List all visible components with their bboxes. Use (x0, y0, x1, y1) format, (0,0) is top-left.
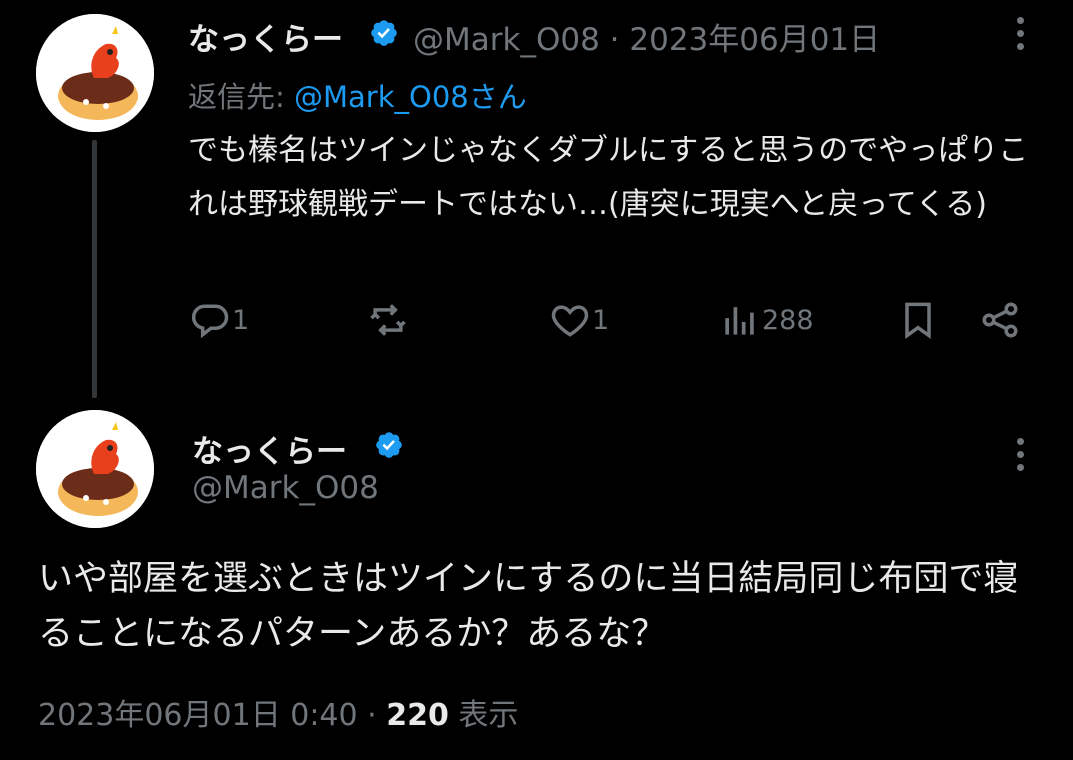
tweet-timestamp[interactable]: 2023年06月01日 0:40 (38, 698, 358, 733)
avatar[interactable] (36, 410, 154, 528)
verified-badge-icon (376, 432, 402, 458)
like-count: 1 (592, 304, 610, 336)
bookmark-icon (905, 302, 931, 339)
like-icon (551, 305, 589, 337)
display-name[interactable]: なっくらー (192, 426, 347, 471)
avatar-image (36, 410, 154, 528)
like-button[interactable]: 1 (548, 298, 609, 342)
more-icon[interactable] (1014, 438, 1026, 478)
separator-dot: · (609, 22, 620, 58)
tweet-meta: 2023年06月01日 0:40 · 220 表示 (38, 690, 518, 734)
display-name[interactable]: なっくらー (188, 14, 343, 59)
retweet-button[interactable] (366, 298, 410, 342)
reply-to-link[interactable]: @Mark_O08さん (294, 80, 527, 114)
reply-button[interactable]: 1 (188, 298, 249, 342)
reply-count: 1 (232, 304, 250, 336)
avatar[interactable] (36, 14, 154, 132)
thread-line (92, 140, 97, 398)
share-button[interactable] (978, 298, 1022, 342)
retweet-icon (370, 304, 406, 336)
views-label: 表示 (458, 698, 519, 733)
tweet-date[interactable]: 2023年06月01日 (629, 22, 880, 58)
handle[interactable]: @Mark_O08 (192, 470, 379, 506)
verified-badge-icon (371, 20, 397, 46)
reply-label: 返信先: (188, 80, 285, 114)
avatar-image (36, 14, 154, 132)
bookmark-button[interactable] (896, 298, 940, 342)
view-count: 288 (762, 304, 814, 336)
tweet-text: でも榛名はツインじゃなくダブルにすると思うのでやっぱりこれは野球観戦デートではな… (188, 133, 1029, 222)
views-icon (725, 307, 754, 335)
share-icon (982, 302, 1018, 338)
reply-icon (191, 304, 229, 339)
tweet-text: いや部屋を選ぶときはツインにするのに当日結局同じ布団で寝ることになるパターンある… (38, 559, 1019, 654)
separator-dot: · (367, 698, 377, 733)
handle[interactable]: @Mark_O08 (413, 22, 600, 58)
view-count: 220 (386, 698, 449, 733)
more-icon[interactable] (1014, 17, 1026, 57)
reply-context: 返信先: @Mark_O08さん (188, 74, 527, 116)
views-button[interactable]: 288 (718, 298, 814, 342)
